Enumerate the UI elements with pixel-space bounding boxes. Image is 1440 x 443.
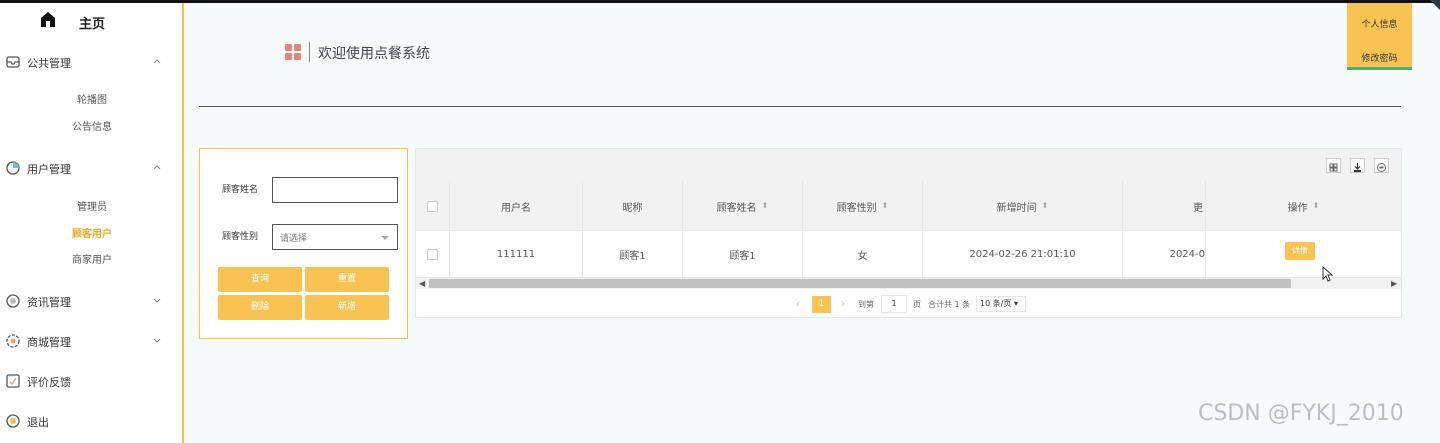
name-label: 顾客姓名	[222, 185, 259, 195]
home-icon	[41, 12, 55, 27]
pie-chart-icon	[6, 161, 20, 175]
export-icon[interactable]	[1350, 158, 1365, 173]
page-title: 欢迎使用点餐系统	[318, 46, 430, 62]
grid-icon	[285, 44, 301, 60]
sidebar-group-label: 退出	[27, 416, 49, 429]
cell-name: 顾客1	[683, 231, 803, 277]
select-all-checkbox[interactable]	[427, 200, 438, 212]
column-header-nickname: 昵称	[583, 182, 683, 230]
sidebar-group-label: 商城管理	[27, 336, 71, 349]
sidebar-group-mall[interactable]: 商城管理	[0, 330, 184, 354]
user-menu: 个人信息 修改密码	[1347, 3, 1412, 70]
gender-placeholder: 请选择	[280, 234, 308, 244]
title-divider	[309, 42, 310, 62]
next-page-icon[interactable]: ›	[841, 297, 845, 310]
sort-icon: ⬍	[1041, 201, 1049, 210]
page-size-select[interactable]: 10 条/页 ▾	[976, 296, 1026, 312]
add-button[interactable]: 新增	[305, 295, 389, 320]
sidebar-item-notice[interactable]: 公告信息	[0, 118, 184, 133]
cell-username: 111111	[450, 231, 583, 277]
delete-button[interactable]: 删除	[218, 295, 302, 320]
total-count: 合计共 1 条	[928, 300, 971, 309]
sidebar-group-label: 资讯管理	[27, 296, 71, 309]
news-icon	[6, 294, 20, 308]
logout-icon	[6, 414, 20, 428]
sidebar-group-logout[interactable]: 退出	[0, 410, 184, 434]
sort-icon: ⬍	[761, 201, 769, 210]
detail-button[interactable]: 详情	[1285, 242, 1315, 260]
corner-decoration	[1430, 0, 1440, 10]
table-toolbar	[416, 149, 1401, 183]
sidebar-group-label: 用户管理	[27, 163, 71, 176]
sidebar-item-merchants[interactable]: 商家用户	[0, 251, 184, 266]
goto-page-input[interactable]: 1	[881, 295, 907, 313]
pagination: ‹ 1 › 到第 1 页 合计共 1 条 10 条/页 ▾	[416, 295, 1401, 315]
scroll-right-icon[interactable]: ▶	[1391, 279, 1397, 288]
page-unit-label: 页	[913, 300, 921, 309]
chevron-up-icon	[153, 165, 161, 170]
scroll-left-icon[interactable]: ◀	[419, 279, 425, 288]
sort-icon: ⬍	[1312, 201, 1320, 210]
column-header-name[interactable]: 顾客姓名 ⬍	[683, 182, 803, 230]
sort-icon: ⬍	[881, 201, 889, 210]
current-page[interactable]: 1	[812, 296, 831, 313]
column-header-created[interactable]: 新增时间 ⬍	[923, 182, 1123, 230]
query-button[interactable]: 查询	[218, 267, 302, 292]
chevron-down-icon	[153, 338, 161, 343]
row-checkbox-cell	[416, 231, 450, 277]
sidebar-item-carousel[interactable]: 轮播图	[0, 91, 184, 106]
header-checkbox-cell	[416, 182, 450, 230]
header-divider	[199, 106, 1401, 107]
sidebar-group-users[interactable]: 用户管理	[0, 157, 184, 181]
gender-select[interactable]: 请选择	[272, 224, 398, 250]
box-icon	[6, 56, 20, 68]
table-row[interactable]: 111111 顾客1 顾客1 女 2024-02-26 21:01:10 202…	[416, 231, 1401, 278]
horizontal-scrollbar[interactable]: ◀ ▶	[416, 278, 1401, 289]
sidebar-group-news[interactable]: 资讯管理	[0, 290, 184, 314]
sidebar-item-admin[interactable]: 管理员	[0, 198, 184, 213]
sidebar-group-label: 公共管理	[27, 57, 71, 70]
cell-gender: 女	[803, 231, 923, 277]
table-header: 用户名 昵称 顾客姓名 ⬍ 顾客性别 ⬍ 新增时间 ⬍ 更 操作 ⬍	[416, 182, 1401, 231]
cell-created: 2024-02-26 21:01:10	[923, 231, 1123, 277]
prev-page-icon[interactable]: ‹	[796, 297, 800, 310]
goto-label: 到第	[858, 300, 874, 309]
store-icon	[6, 334, 20, 348]
watermark: CSDN @FYKJ_2010	[1198, 401, 1404, 426]
customer-name-input[interactable]	[272, 177, 398, 203]
profile-link[interactable]: 个人信息	[1347, 17, 1412, 30]
top-border	[0, 0, 1440, 3]
row-checkbox[interactable]	[427, 248, 438, 260]
feedback-icon	[6, 374, 20, 388]
cell-updated: 2024-0	[1169, 248, 1205, 260]
change-password-link[interactable]: 修改密码	[1347, 51, 1412, 64]
home-label: 主页	[79, 17, 106, 32]
table-panel: 用户名 昵称 顾客姓名 ⬍ 顾客性别 ⬍ 新增时间 ⬍ 更 操作 ⬍ 111111 顾客…	[415, 148, 1402, 318]
column-header-username: 用户名	[450, 182, 583, 230]
sidebar-group-feedback[interactable]: 评价反馈	[0, 370, 184, 394]
search-panel: 顾客姓名 顾客性别 请选择 查询 重置 删除 新增	[199, 148, 408, 339]
column-header-action[interactable]: 操作 ⬍	[1205, 182, 1401, 230]
dropdown-arrow-icon	[381, 236, 389, 240]
column-header-gender[interactable]: 顾客性别 ⬍	[803, 182, 923, 230]
sidebar: 主页 公共管理 轮播图 公告信息 用户管理 管理员 顾客用户 商家用户 资讯管理…	[0, 3, 184, 443]
sidebar-group-label: 评价反馈	[27, 376, 71, 389]
column-header-updated[interactable]: 更	[1123, 182, 1205, 230]
gender-label: 顾客性别	[222, 232, 259, 242]
print-icon[interactable]	[1374, 158, 1389, 173]
reset-button[interactable]: 重置	[305, 267, 389, 292]
sidebar-group-public[interactable]: 公共管理	[0, 51, 184, 75]
column-filter-icon[interactable]	[1326, 158, 1341, 173]
chevron-down-icon	[153, 298, 161, 303]
chevron-up-icon	[153, 59, 161, 64]
sidebar-item-customers[interactable]: 顾客用户	[0, 225, 184, 240]
cell-nickname: 顾客1	[583, 231, 683, 277]
sidebar-home[interactable]: 主页	[0, 7, 184, 37]
scroll-thumb[interactable]	[429, 279, 1291, 288]
mouse-cursor-icon	[1322, 266, 1334, 282]
